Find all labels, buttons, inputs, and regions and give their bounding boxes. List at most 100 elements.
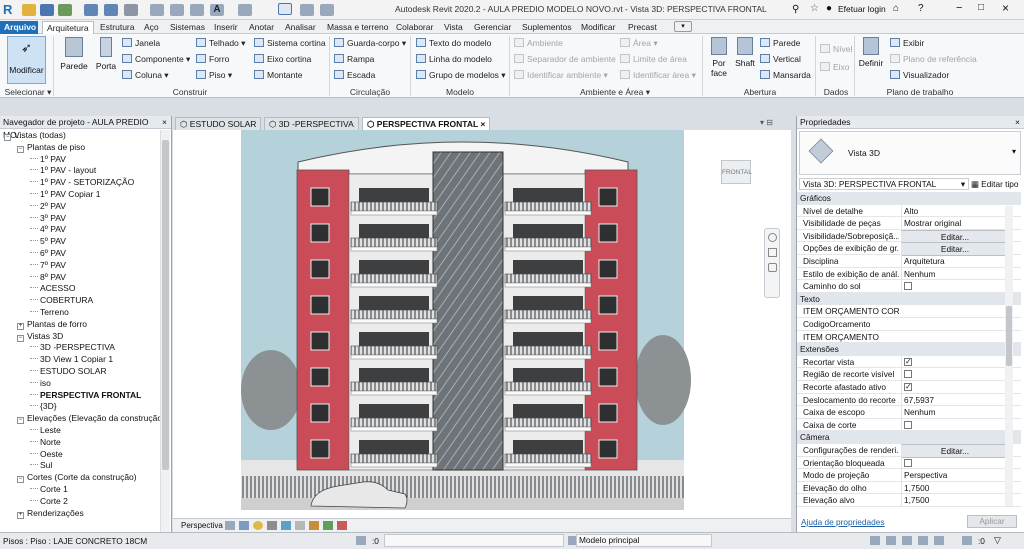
- browser-item[interactable]: Sul: [30, 460, 52, 472]
- scrollbar-thumb[interactable]: [1006, 306, 1012, 366]
- tab-aco[interactable]: Aço: [140, 21, 163, 34]
- user-icon[interactable]: ●: [826, 3, 832, 14]
- browser-item[interactable]: 1º PAV - layout: [30, 165, 96, 177]
- shaft-button[interactable]: Shaft: [734, 37, 756, 68]
- browser-item[interactable]: 7º PAV: [30, 260, 66, 272]
- property-checkbox[interactable]: [904, 370, 912, 379]
- tab-massa[interactable]: Massa e terreno: [323, 21, 392, 34]
- tag-area-button[interactable]: Identificar área ▾: [620, 70, 696, 81]
- close-button[interactable]: ×: [1002, 1, 1009, 15]
- tab-modificar[interactable]: Modificar: [577, 21, 619, 34]
- browser-item[interactable]: − Vistas (todas): [4, 130, 66, 142]
- collapse-icon[interactable]: −: [17, 145, 24, 153]
- by-face-button[interactable]: Por face: [706, 37, 732, 78]
- group-select[interactable]: Selecionar ▾: [4, 87, 52, 98]
- filter-icon[interactable]: [962, 536, 972, 545]
- lock-icon[interactable]: [309, 521, 319, 530]
- wall-opening-button[interactable]: Parede: [760, 38, 800, 49]
- browser-scrollbar[interactable]: [160, 130, 170, 532]
- tab-analisar[interactable]: Analisar: [281, 21, 320, 34]
- property-value[interactable]: Arquitetura: [901, 255, 1007, 267]
- tab-gerenciar[interactable]: Gerenciar: [470, 21, 515, 34]
- property-checkbox[interactable]: [904, 282, 912, 291]
- browser-item[interactable]: Norte: [30, 437, 61, 449]
- property-value[interactable]: Alto: [901, 204, 1007, 217]
- detail-level-icon[interactable]: [225, 521, 235, 530]
- roof-button[interactable]: Telhado ▾: [196, 38, 245, 49]
- steering-wheel-icon[interactable]: [767, 233, 777, 242]
- workset-selector[interactable]: [384, 534, 564, 547]
- shadows-icon[interactable]: [267, 521, 277, 530]
- model-line-button[interactable]: Linha do modelo: [416, 54, 492, 65]
- restore-button[interactable]: □: [978, 2, 984, 13]
- browser-item[interactable]: ACESSO: [30, 283, 75, 295]
- tab-scroll-controls[interactable]: ▾ ⊟: [760, 118, 773, 127]
- dormer-button[interactable]: Mansarda: [760, 70, 811, 81]
- close-icon[interactable]: ×: [1015, 116, 1020, 129]
- collapse-icon[interactable]: −: [17, 334, 24, 342]
- projection-mode-label[interactable]: Perspectiva: [181, 521, 223, 530]
- area-boundary-button[interactable]: Limite de área: [620, 54, 687, 65]
- browser-item[interactable]: Oeste: [30, 449, 63, 461]
- temp-hide-icon[interactable]: [323, 521, 333, 530]
- browser-item[interactable]: + Renderizações: [17, 508, 84, 520]
- ribbon-options-icon[interactable]: ▾: [674, 21, 692, 32]
- tab-sistemas[interactable]: Sistemas: [166, 21, 209, 34]
- modify-button[interactable]: ➶ Modificar: [7, 36, 46, 84]
- save-icon[interactable]: [40, 4, 54, 16]
- tab-colaborar[interactable]: Colaborar: [392, 21, 437, 34]
- redo-icon[interactable]: [104, 4, 118, 16]
- browser-item[interactable]: 5º PAV: [30, 236, 66, 248]
- print-icon[interactable]: [124, 4, 138, 16]
- browser-item[interactable]: 8º PAV: [30, 272, 66, 284]
- tab-anotar[interactable]: Anotar: [245, 21, 278, 34]
- tab-vista[interactable]: Vista: [440, 21, 467, 34]
- revit-logo[interactable]: R: [3, 2, 17, 17]
- select-by-face-icon[interactable]: [918, 536, 928, 545]
- browser-item[interactable]: Corte 1: [30, 484, 68, 496]
- property-value[interactable]: 1,7500: [901, 494, 1007, 507]
- browser-item[interactable]: COBERTURA: [30, 295, 93, 307]
- property-value[interactable]: Nenhum: [901, 406, 1007, 419]
- set-work-plane-button[interactable]: Definir: [858, 37, 884, 68]
- property-checkbox[interactable]: [904, 356, 912, 368]
- design-option-selector[interactable]: Modelo principal: [576, 534, 712, 547]
- browser-item[interactable]: 3º PAV: [30, 213, 66, 225]
- grid-button[interactable]: Eixo: [820, 62, 850, 73]
- property-value[interactable]: Mostrar original: [901, 217, 1007, 230]
- browser-item[interactable]: − Vistas 3D: [17, 331, 63, 343]
- browser-item[interactable]: 1º PAV - SETORIZAÇÃO: [30, 177, 134, 189]
- model-text-button[interactable]: Texto do modelo: [416, 38, 491, 49]
- view-tab-estudo-solar[interactable]: ⬡ ESTUDO SOLAR: [175, 117, 262, 130]
- browser-item[interactable]: + Plantas de forro: [17, 319, 87, 331]
- undo-icon[interactable]: [84, 4, 98, 16]
- property-checkbox[interactable]: [904, 420, 912, 429]
- binoculars-icon[interactable]: ⚲: [792, 4, 799, 15]
- browser-item[interactable]: 3D View 1 Copiar 1: [30, 354, 113, 366]
- mullion-button[interactable]: Montante: [254, 70, 302, 81]
- close-icon[interactable]: ×: [162, 116, 167, 129]
- close-hidden-icon[interactable]: [300, 4, 314, 16]
- tag-icon[interactable]: [190, 4, 204, 16]
- column-button[interactable]: Coluna ▾: [122, 70, 169, 81]
- wall-button[interactable]: Parede: [58, 37, 90, 77]
- orbit-icon[interactable]: [767, 263, 777, 272]
- show-work-plane-button[interactable]: Exibir: [890, 38, 924, 49]
- property-section[interactable]: Câmera: [797, 431, 1021, 444]
- browser-item[interactable]: 1º PAV: [30, 154, 66, 166]
- expand-icon[interactable]: +: [17, 511, 24, 519]
- property-section[interactable]: Gráficos: [797, 192, 1021, 205]
- browser-item[interactable]: {3D}: [30, 401, 57, 413]
- tab-estrutura[interactable]: Estrutura: [96, 21, 139, 34]
- ramp-button[interactable]: Rampa: [334, 54, 374, 65]
- browser-item[interactable]: 6º PAV: [30, 248, 66, 260]
- drawing-area[interactable]: FRONTAL: [173, 130, 791, 518]
- open-icon[interactable]: [22, 4, 36, 16]
- area-button[interactable]: Área ▾: [620, 38, 658, 49]
- browser-item[interactable]: PERSPECTIVA FRONTAL: [30, 390, 141, 402]
- close-icon[interactable]: ×: [478, 119, 485, 129]
- browser-item[interactable]: Corte 2: [30, 496, 68, 508]
- sun-path-icon[interactable]: [253, 521, 263, 530]
- property-checkbox[interactable]: [904, 381, 912, 393]
- drag-elements-icon[interactable]: [934, 536, 944, 545]
